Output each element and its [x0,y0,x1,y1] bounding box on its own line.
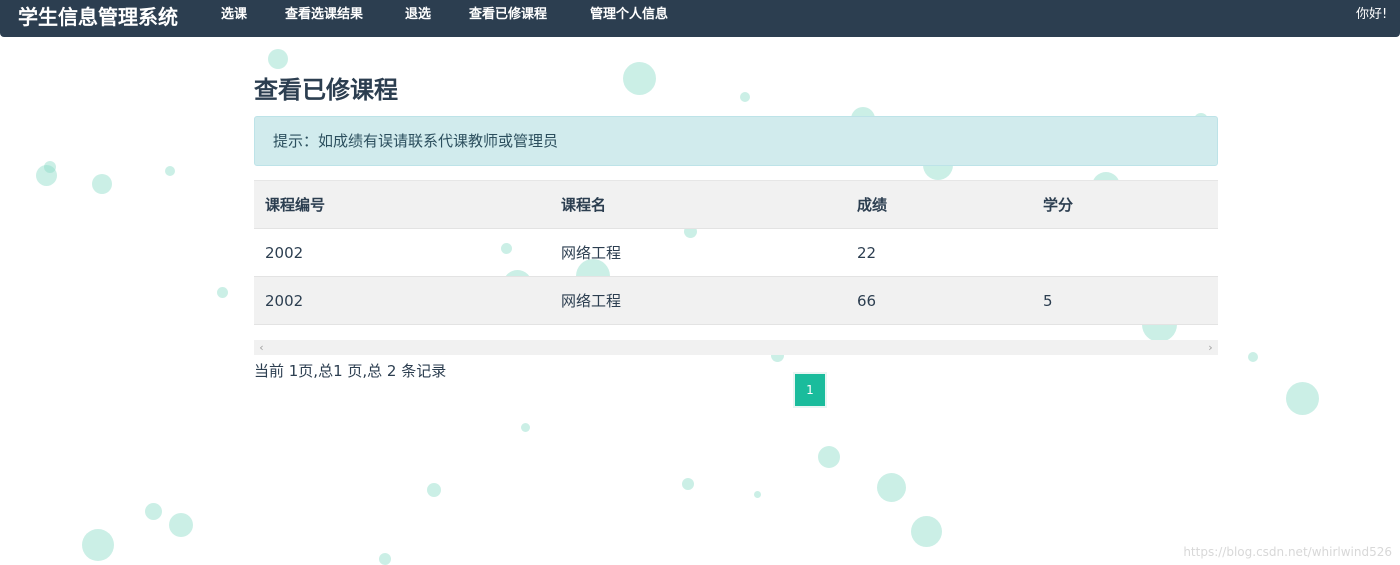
nav-select-course[interactable]: 选课 [221,0,247,30]
horizontal-scrollbar[interactable]: ‹ › [254,340,1218,355]
bubble [92,174,112,194]
top-navbar: 学生信息管理系统 选课 查看选课结果 退选 查看已修课程 管理个人信息 你好! [0,0,1400,37]
user-greeting[interactable]: 你好! [1356,0,1400,30]
bubble [379,553,391,565]
nav-view-selection-result[interactable]: 查看选课结果 [285,0,363,30]
pagination-info: 当前 1页,总1 页,总 2 条记录 [254,362,447,380]
watermark-text: https://blog.csdn.net/whirlwind526 [1183,545,1392,559]
cell-course-id: 2002 [254,228,550,277]
bubble [427,483,441,497]
cell-course-id: 2002 [254,276,550,325]
bubble [82,529,114,561]
nav-drop-course[interactable]: 退选 [405,0,431,30]
bubble [44,161,56,173]
cell-credits: 5 [1032,276,1218,325]
bubble [521,423,530,432]
bubble [1248,352,1258,362]
header-credits: 学分 [1032,180,1218,229]
cell-score: 66 [846,276,1032,325]
brand-title[interactable]: 学生信息管理系统 [18,3,178,31]
bubble [1286,382,1319,415]
header-course-id: 课程编号 [254,180,550,229]
cell-course-name: 网络工程 [550,276,846,325]
info-alert: 提示：如成绩有误请联系代课教师或管理员 [254,116,1218,166]
page-title: 查看已修课程 [254,76,398,104]
cell-course-name: 网络工程 [550,228,846,277]
bubble [268,49,288,69]
table-row: 2002 网络工程 22 [254,228,1218,277]
main-content: 查看已修课程 提示：如成绩有误请联系代课教师或管理员 课程编号 课程名 成绩 学… [254,72,1218,408]
page-button-current[interactable]: 1 [793,372,827,408]
grades-table: 课程编号 课程名 成绩 学分 2002 网络工程 22 2002 网络工程 66… [254,180,1218,325]
table-row: 2002 网络工程 66 5 [254,276,1218,325]
page: 学生信息管理系统 选课 查看选课结果 退选 查看已修课程 管理个人信息 你好! … [0,0,1400,565]
bubble [36,165,57,186]
nav-completed-courses[interactable]: 查看已修课程 [469,0,547,30]
bubble [217,287,228,298]
header-score: 成绩 [846,180,1032,229]
bubble [165,166,175,176]
bubble [145,503,162,520]
bubble [911,516,942,547]
nav-personal-info[interactable]: 管理个人信息 [590,0,668,30]
bubble [754,491,761,498]
bubble [818,446,840,468]
bubble [877,473,906,502]
header-course-name: 课程名 [550,180,846,229]
cell-credits [1032,228,1218,277]
cell-score: 22 [846,228,1032,277]
grades-table-container: 课程编号 课程名 成绩 学分 2002 网络工程 22 2002 网络工程 66… [254,180,1218,325]
table-header-row: 课程编号 课程名 成绩 学分 [254,180,1218,229]
bubble [169,513,193,537]
bubble [682,478,694,490]
scroll-right-icon[interactable]: › [1203,340,1218,355]
scroll-left-icon[interactable]: ‹ [254,340,269,355]
